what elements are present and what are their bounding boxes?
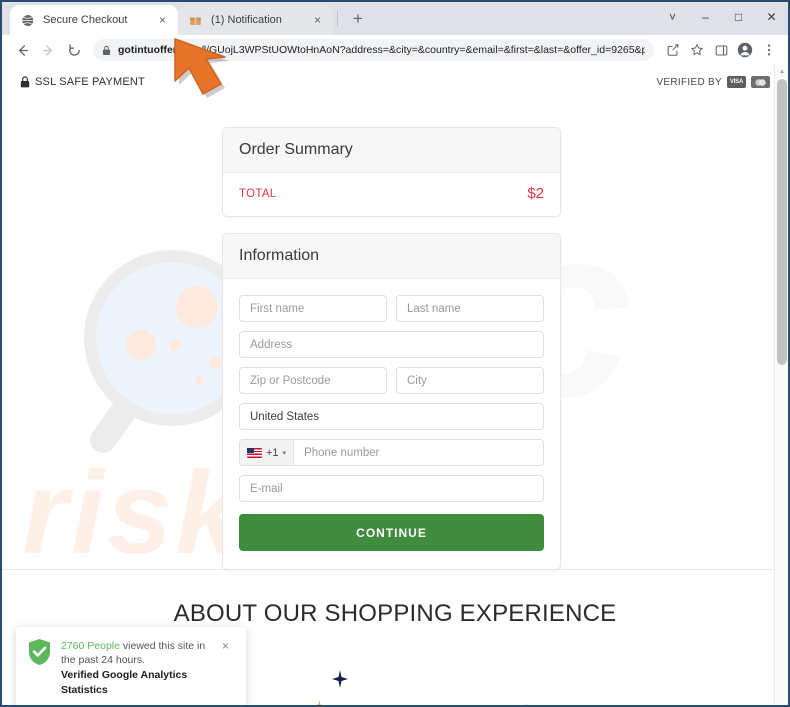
- about-shopping-experience-heading: ABOUT OUR SHOPPING EXPERIENCE: [173, 600, 617, 627]
- order-total-row: TOTAL $2: [223, 173, 560, 216]
- visa-logo: VISA: [727, 76, 746, 88]
- tab-close-icon[interactable]: ×: [155, 13, 170, 28]
- checkout-column: Order Summary TOTAL $2 Information First…: [222, 127, 561, 570]
- continue-button[interactable]: CONTINUE: [239, 514, 544, 551]
- tab-title: (1) Notification: [211, 14, 282, 26]
- analytics-toast[interactable]: 2760 People viewed this site in the past…: [16, 627, 246, 705]
- toast-visitor-count: 2760 People: [61, 640, 120, 652]
- address-bar[interactable]: gotintuoffer.com/l/GUojL3WPStUOWtoHnAoN?…: [93, 39, 654, 61]
- information-form: First name Last name Address Zip or Post…: [223, 279, 560, 569]
- package-box-icon: [188, 13, 203, 28]
- page-viewport: pc risk.com: [2, 65, 788, 705]
- address-bar-path: /l/GUojL3WPStUOWtoHnAoN?address=&city=&c…: [200, 44, 645, 56]
- forward-icon[interactable]: [36, 38, 60, 62]
- order-total-label: TOTAL: [239, 187, 277, 200]
- information-panel: Information First name Last name Address…: [222, 233, 561, 570]
- phone-country-selector[interactable]: +1 ▾: [240, 440, 295, 465]
- toast-close-icon[interactable]: ×: [222, 638, 236, 652]
- country-field-row: United States: [239, 403, 544, 430]
- reload-icon[interactable]: [62, 38, 86, 62]
- zip-city-field-row: Zip or Postcode City: [239, 367, 544, 394]
- browser-toolbar: gotintuoffer.com/l/GUojL3WPStUOWtoHnAoN?…: [2, 35, 788, 65]
- new-tab-button[interactable]: +: [345, 6, 371, 32]
- first-name-input[interactable]: First name: [239, 295, 387, 322]
- address-bar-url: gotintuoffer.com/l/GUojL3WPStUOWtoHnAoN?…: [118, 44, 645, 56]
- share-icon[interactable]: [662, 39, 684, 61]
- tab-search-icon[interactable]: ˅: [656, 3, 689, 32]
- browser-tab-secure-checkout[interactable]: Secure Checkout ×: [10, 5, 178, 35]
- padlock-icon: [20, 76, 30, 88]
- address-field-row: Address: [239, 331, 544, 358]
- toast-message: 2760 People viewed this site in the past…: [61, 639, 213, 667]
- chevron-down-icon: ▾: [282, 449, 287, 457]
- toast-text-block: 2760 People viewed this site in the past…: [61, 638, 213, 698]
- minimize-button[interactable]: –: [689, 3, 722, 32]
- email-field-row: E-mail: [239, 475, 544, 502]
- city-input[interactable]: City: [396, 367, 544, 394]
- browser-window: Secure Checkout × (1) Notification × + ˅…: [0, 0, 790, 707]
- last-name-input[interactable]: Last name: [396, 295, 544, 322]
- country-select[interactable]: United States: [239, 403, 544, 430]
- maximize-button[interactable]: □: [722, 3, 755, 32]
- scrollbar-thumb[interactable]: [777, 79, 787, 365]
- site-header: SSL SAFE PAYMENT VERIFIED BY VISA: [2, 65, 788, 99]
- phone-number-input[interactable]: Phone number: [294, 440, 543, 465]
- verified-by-label: VERIFIED BY: [656, 76, 722, 88]
- profile-avatar-icon[interactable]: [734, 39, 756, 61]
- browser-tab-notification[interactable]: (1) Notification ×: [178, 5, 333, 35]
- order-total-value: $2: [527, 185, 544, 202]
- page-scrollbar[interactable]: ▲: [774, 65, 788, 705]
- sparkle-orange-icon: [315, 698, 324, 705]
- toast-verified-line: Verified Google Analytics Statistics: [61, 669, 188, 696]
- name-field-row: First name Last name: [239, 295, 544, 322]
- phone-country-code: +1: [266, 446, 279, 459]
- order-summary-header: Order Summary: [223, 128, 560, 173]
- side-panel-icon[interactable]: [710, 39, 732, 61]
- phone-field-row: +1 ▾ Phone number: [239, 439, 544, 466]
- us-flag-icon: [247, 447, 262, 458]
- sparkle-tan-icon: [674, 702, 681, 705]
- address-bar-domain: gotintuoffer.com: [118, 44, 201, 56]
- sparkle-navy-icon: [332, 670, 348, 693]
- information-title: Information: [239, 247, 320, 264]
- phone-input-group[interactable]: +1 ▾ Phone number: [239, 439, 544, 466]
- tab-close-icon[interactable]: ×: [310, 13, 325, 28]
- tab-divider: [337, 11, 338, 27]
- sparkle-teal-icon: [522, 700, 530, 705]
- scrollbar-up-arrow[interactable]: ▲: [775, 65, 788, 79]
- tab-title: Secure Checkout: [43, 14, 128, 26]
- green-shield-check-icon: [27, 638, 52, 666]
- order-summary-title: Order Summary: [239, 141, 353, 158]
- email-input[interactable]: E-mail: [239, 475, 544, 502]
- mastercard-logo: [751, 76, 770, 88]
- information-header: Information: [223, 234, 560, 279]
- star-icon[interactable]: [686, 39, 708, 61]
- back-icon[interactable]: [10, 38, 34, 62]
- verified-by-block: VERIFIED BY VISA: [656, 76, 770, 88]
- close-window-button[interactable]: ✕: [755, 3, 788, 32]
- padlock-icon: [102, 45, 112, 56]
- globe-icon: [20, 13, 35, 28]
- order-summary-panel: Order Summary TOTAL $2: [222, 127, 561, 217]
- three-dot-menu-icon[interactable]: [758, 39, 780, 61]
- ssl-label: SSL SAFE PAYMENT: [35, 76, 145, 88]
- window-controls: ˅ – □ ✕: [656, 2, 788, 32]
- zip-input[interactable]: Zip or Postcode: [239, 367, 387, 394]
- address-input[interactable]: Address: [239, 331, 544, 358]
- ssl-safe-payment-badge: SSL SAFE PAYMENT: [20, 76, 145, 88]
